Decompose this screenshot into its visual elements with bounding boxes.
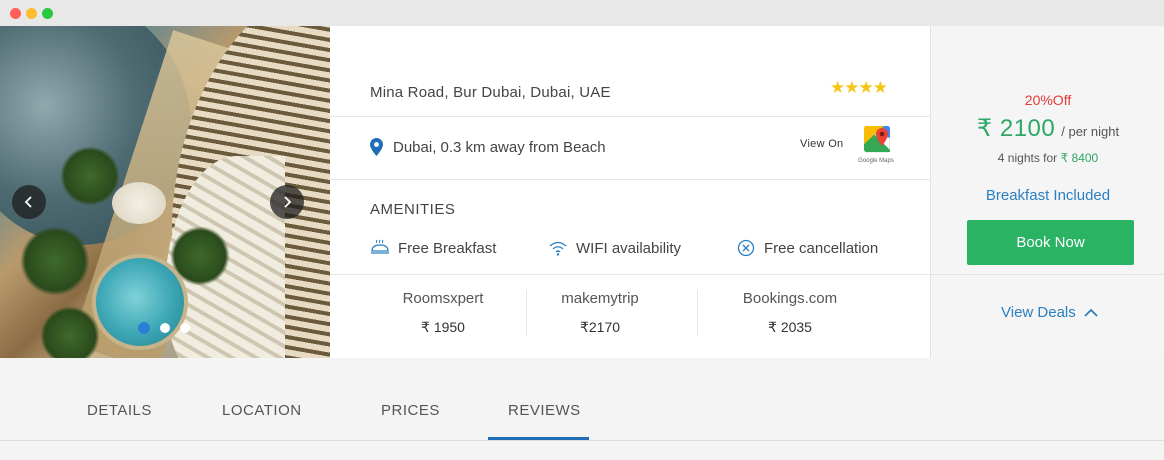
- amenities-row: [330, 180, 930, 275]
- hotel-photo-pool: [92, 254, 188, 350]
- nights-label: 4 nights for: [997, 151, 1058, 165]
- partner-name: Bookings.com: [742, 290, 838, 307]
- partner-bookings[interactable]: Bookings.com ₹ 2035: [705, 290, 875, 336]
- hotel-details-panel: Mina Road, Bur Dubai, Dubai, UAE ★★★★ Du…: [330, 26, 930, 358]
- book-now-button[interactable]: Book Now: [967, 220, 1134, 265]
- carousel-prev-button[interactable]: [12, 185, 46, 219]
- map-pin-icon: [370, 138, 383, 156]
- address-row: [330, 26, 930, 117]
- hotel-photo-palm: [40, 306, 100, 358]
- google-maps-link[interactable]: Google Maps: [854, 126, 898, 168]
- tab-details[interactable]: DETAILS: [87, 402, 152, 419]
- hotel-photo-palm: [60, 146, 120, 206]
- google-maps-label: Google Maps: [858, 158, 894, 164]
- partner-name: makemytrip: [561, 290, 639, 307]
- location-distance: Dubai, 0.3 km away from Beach: [393, 139, 606, 156]
- amenity-wifi: WIFI availability: [548, 239, 681, 257]
- carousel-dot-3[interactable]: [180, 323, 190, 333]
- hotel-tabs: DETAILS LOCATION PRICES REVIEWS: [0, 358, 1164, 442]
- hotel-photo-palm: [20, 226, 90, 296]
- close-window-button[interactable]: [10, 8, 21, 19]
- amenity-label: Free Breakfast: [398, 239, 497, 257]
- chevron-up-icon: [1084, 308, 1098, 317]
- minimize-window-button[interactable]: [26, 8, 37, 19]
- wifi-icon: [549, 241, 567, 256]
- per-night-label: / per night: [1061, 124, 1120, 139]
- partner-price: ₹ 2035: [768, 319, 812, 335]
- amenity-label: Free cancellation: [764, 239, 879, 257]
- carousel-dot-1[interactable]: [138, 322, 150, 334]
- partner-price: ₹2170: [579, 319, 621, 335]
- nights-total: ₹ 8400: [1060, 151, 1099, 165]
- star-rating: ★★★★: [830, 78, 888, 97]
- hotel-image-carousel[interactable]: [0, 26, 330, 358]
- chevron-right-icon: [284, 196, 292, 208]
- google-maps-icon: [864, 126, 890, 153]
- partner-price: ₹ 1950: [421, 319, 465, 335]
- amenity-label: WIFI availability: [576, 239, 682, 257]
- pricing-panel: 20%Off ₹ 2100 / per night 4 nights for ₹ …: [930, 26, 1164, 358]
- view-deals-label: View Deals: [1001, 304, 1076, 321]
- view-deals-toggle[interactable]: View Deals: [1001, 304, 1098, 321]
- discount-badge: 20%Off: [1024, 92, 1072, 108]
- partner-roomsxpert[interactable]: Roomsxpert ₹ 1950: [358, 290, 528, 336]
- tab-prices[interactable]: PRICES: [381, 402, 440, 419]
- price-per-night: ₹ 2100 / per night: [931, 114, 1164, 143]
- hotel-address: Mina Road, Bur Dubai, Dubai, UAE: [370, 84, 611, 101]
- amenity-free-breakfast: Free Breakfast: [370, 239, 496, 257]
- cancel-circle-icon: [737, 239, 755, 257]
- nightly-price: ₹ 2100: [976, 115, 1056, 142]
- carousel-indicators: [138, 322, 190, 334]
- carousel-dot-2[interactable]: [160, 323, 170, 333]
- hotel-photo-umbrella: [112, 182, 166, 224]
- amenity-free-cancellation: Free cancellation: [736, 239, 878, 257]
- partner-divider: [697, 290, 698, 336]
- pricing-divider: [931, 274, 1164, 275]
- amenities-title: AMENITIES: [370, 201, 456, 218]
- total-stay-price: 4 nights for ₹ 8400: [931, 151, 1164, 165]
- view-on-label: View On: [800, 138, 844, 150]
- tab-location[interactable]: LOCATION: [222, 402, 302, 419]
- breakfast-icon: [371, 239, 389, 254]
- maximize-window-button[interactable]: [42, 8, 53, 19]
- tab-reviews[interactable]: REVIEWS: [508, 402, 581, 419]
- window-titlebar: [0, 0, 1164, 26]
- breakfast-included-label: Breakfast Included: [985, 187, 1111, 204]
- partner-makemytrip[interactable]: makemytrip ₹2170: [515, 290, 685, 336]
- carousel-next-button[interactable]: [270, 185, 304, 219]
- partner-name: Roomsxpert: [402, 290, 484, 307]
- tabs-border: [0, 440, 1164, 441]
- chevron-left-icon: [24, 196, 32, 208]
